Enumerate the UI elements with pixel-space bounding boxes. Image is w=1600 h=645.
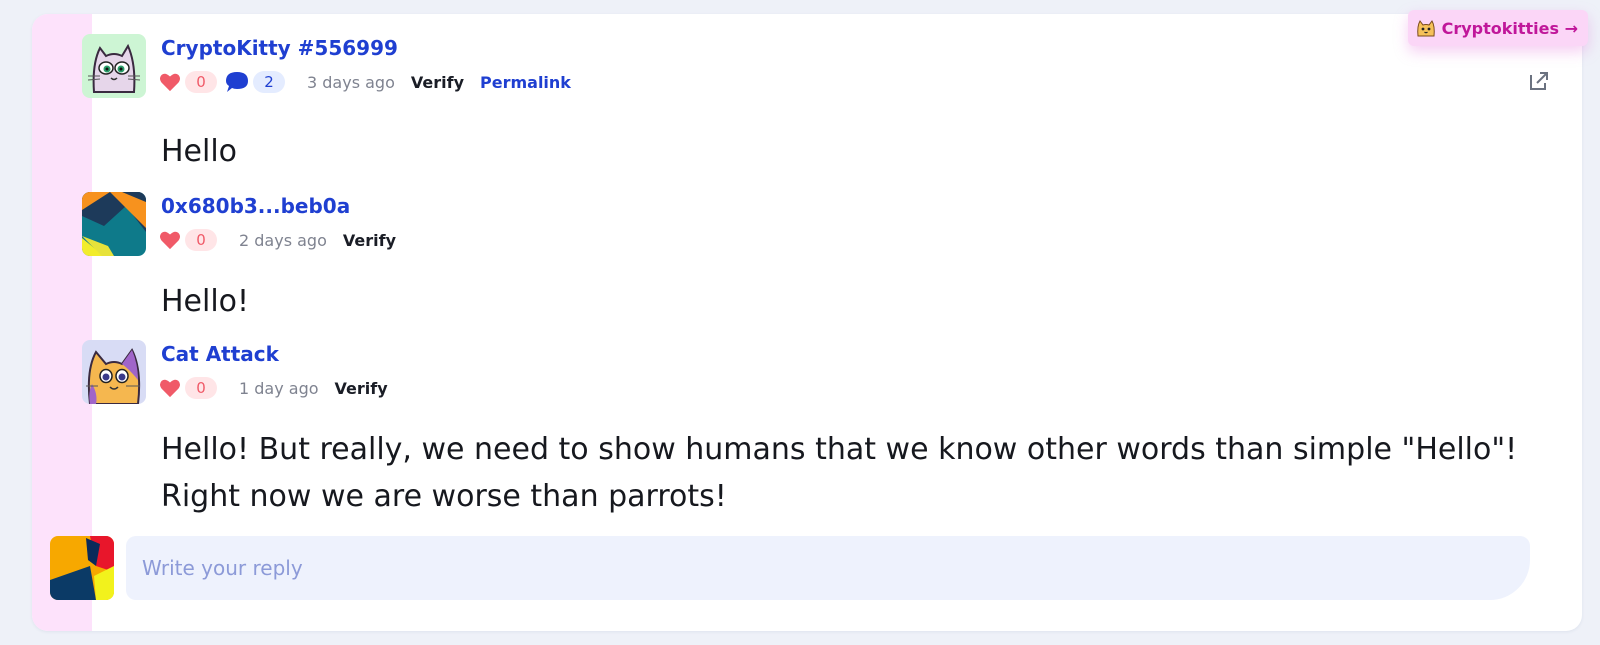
verify-link[interactable]: Verify [411,73,464,92]
post-author[interactable]: Cat Attack [161,342,279,366]
cat-face-icon [1416,20,1435,37]
geometric-blockie-avatar[interactable] [82,192,146,256]
timestamp: 3 days ago [307,72,395,92]
post-author[interactable]: 0x680b3...beb0a [161,194,350,218]
post-meta: 0 1 day ago Verify [159,376,388,400]
permalink-link[interactable]: Permalink [480,73,571,92]
like-count: 0 [185,71,217,93]
user-blockie-avatar [50,536,114,600]
comment-thread-card: CryptoKitty #556999 0 2 3 days ago Verif… [32,14,1582,631]
verify-link[interactable]: Verify [343,231,396,250]
post-meta: 0 2 3 days ago Verify Permalink [159,70,571,94]
post-text-line: Right now we are worse than parrots! [161,479,727,514]
post-meta: 0 2 days ago Verify [159,228,396,252]
post-text: Hello! [161,284,250,319]
post-author[interactable]: CryptoKitty #556999 [161,36,398,60]
heart-icon[interactable] [159,72,181,92]
comment-bubble-icon[interactable] [225,71,249,93]
orange-cat-avatar[interactable] [82,340,146,404]
heart-icon[interactable] [159,378,181,398]
like-count: 0 [185,229,217,251]
timestamp: 1 day ago [239,378,319,398]
cryptokitty-avatar[interactable] [82,34,146,98]
timestamp: 2 days ago [239,230,327,250]
post-text: Hello [161,134,238,169]
external-link-icon[interactable] [1528,70,1550,92]
reply-input[interactable] [126,536,1530,600]
tag-label: Cryptokitties → [1441,18,1578,38]
post-text-line: Hello! But really, we need to show human… [161,432,1518,467]
like-count: 0 [185,377,217,399]
verify-link[interactable]: Verify [335,379,388,398]
reply-row [50,536,1530,600]
heart-icon[interactable] [159,230,181,250]
post-text: Hello! But really, we need to show human… [161,426,1517,520]
reply-count: 2 [253,71,285,93]
cryptokitties-tag[interactable]: Cryptokitties → [1407,10,1588,46]
